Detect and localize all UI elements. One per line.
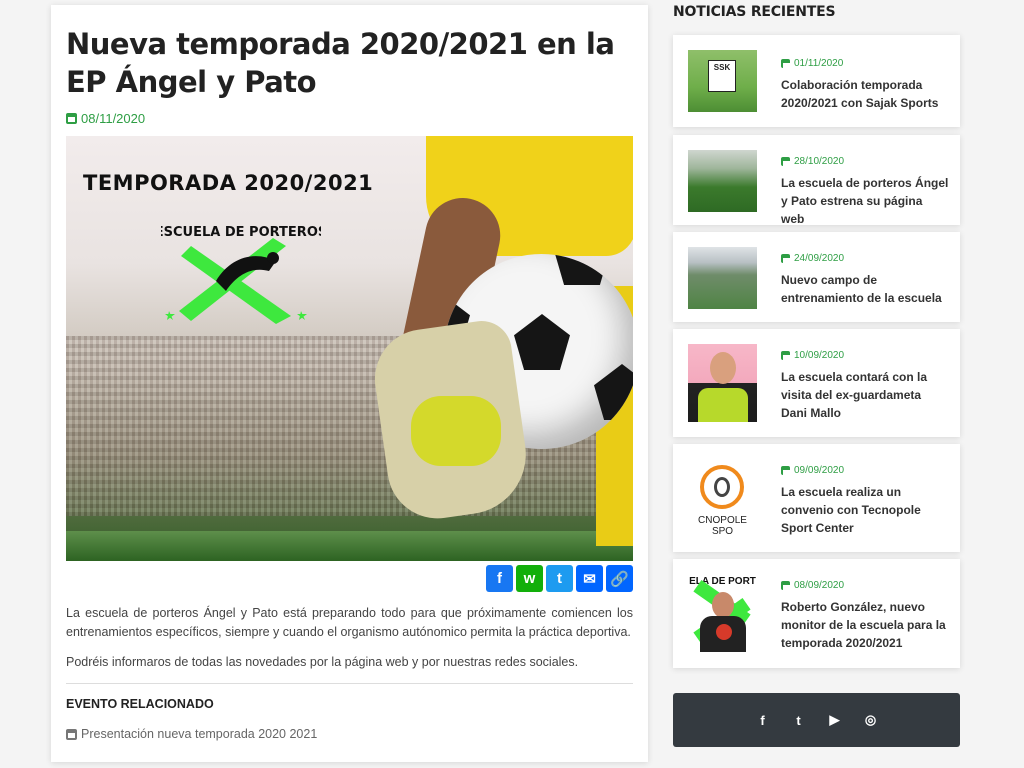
news-date: 08/09/2020	[781, 580, 844, 591]
article-paragraph: Podréis informaros de todas las novedade…	[66, 655, 579, 669]
news-thumbnail[interactable]	[688, 344, 757, 422]
related-event-heading: EVENTO RELACIONADO	[66, 697, 214, 711]
share-bar: f w t ✉ 🔗	[486, 565, 633, 592]
article-paragraph: La escuela de porteros Ángel y Pato está…	[66, 606, 633, 639]
social-links-bar: f t ▶ ◎	[673, 693, 960, 747]
news-card[interactable]: CNOPOLE SPO 09/09/2020 La escuela realiz…	[673, 444, 960, 552]
news-title[interactable]: La escuela realiza un convenio con Tecno…	[781, 483, 949, 537]
calendar-icon	[66, 112, 77, 124]
news-title[interactable]: La escuela contará con la visita del ex-…	[781, 368, 949, 422]
twitter-icon[interactable]: t	[792, 713, 806, 728]
news-thumbnail[interactable]: CNOPOLE SPO	[688, 459, 757, 537]
school-logo: ESCUELA DE PORTEROS	[161, 225, 321, 324]
article-card: Nueva temporada 2020/2021 en la EP Ángel…	[51, 5, 648, 762]
news-title[interactable]: Colaboración temporada 2020/2021 con Saj…	[781, 76, 949, 112]
calendar-icon	[781, 581, 790, 590]
related-event-link[interactable]: Presentación nueva temporada 2020 2021	[66, 727, 317, 741]
news-thumbnail[interactable]: ELA DE PORT	[688, 574, 757, 652]
news-date: 01/11/2020	[781, 58, 843, 69]
article-body: La escuela de porteros Ángel y Pato está…	[66, 604, 633, 683]
youtube-icon[interactable]: ▶	[828, 712, 842, 728]
calendar-icon	[781, 254, 790, 263]
news-card[interactable]: 24/09/2020 Nuevo campo de entrenamiento …	[673, 232, 960, 322]
divider	[66, 683, 633, 684]
whatsapp-share-button[interactable]: w	[516, 565, 543, 592]
calendar-icon	[781, 59, 790, 68]
news-date: 10/09/2020	[781, 350, 844, 361]
article-date: 08/11/2020	[66, 109, 633, 127]
facebook-icon[interactable]: f	[756, 713, 770, 728]
news-date: 28/10/2020	[781, 156, 844, 167]
facebook-share-button[interactable]: f	[486, 565, 513, 592]
news-title[interactable]: Nuevo campo de entrenamiento de la escue…	[781, 271, 949, 307]
news-thumbnail[interactable]: SSK	[688, 50, 757, 112]
news-card[interactable]: SSK 01/11/2020 Colaboración temporada 20…	[673, 35, 960, 127]
article-date-text: 08/11/2020	[81, 110, 146, 126]
copy-link-button[interactable]: 🔗	[606, 565, 633, 592]
calendar-icon	[781, 351, 790, 360]
hero-image: TEMPORADA 2020/2021 ESCUELA DE PORTEROS	[66, 136, 633, 561]
calendar-icon	[781, 157, 790, 166]
news-card[interactable]: ELA DE PORT 08/09/2020 Roberto González,…	[673, 559, 960, 668]
related-event-text[interactable]: Presentación nueva temporada 2020 2021	[81, 727, 317, 741]
news-date: 09/09/2020	[781, 465, 844, 476]
calendar-check-icon	[66, 728, 77, 740]
email-share-button[interactable]: ✉	[576, 565, 603, 592]
instagram-icon[interactable]: ◎	[864, 712, 878, 728]
news-thumbnail[interactable]	[688, 247, 757, 309]
hero-heading: TEMPORADA 2020/2021	[83, 171, 374, 195]
news-card[interactable]: 28/10/2020 La escuela de porteros Ángel …	[673, 135, 960, 228]
calendar-icon	[781, 466, 790, 475]
news-title[interactable]: La escuela de porteros Ángel y Pato estr…	[781, 174, 949, 228]
news-title[interactable]: Roberto González, nuevo monitor de la es…	[781, 598, 949, 652]
news-date: 24/09/2020	[781, 253, 844, 264]
article-title: Nueva temporada 2020/2021 en la EP Ángel…	[66, 27, 615, 99]
twitter-share-button[interactable]: t	[546, 565, 573, 592]
hero-logo-text: ESCUELA DE PORTEROS	[161, 225, 321, 240]
news-card[interactable]: 10/09/2020 La escuela contará con la vis…	[673, 329, 960, 437]
sidebar-heading: NOTICIAS RECIENTES	[673, 4, 836, 20]
news-thumbnail[interactable]	[688, 150, 757, 212]
